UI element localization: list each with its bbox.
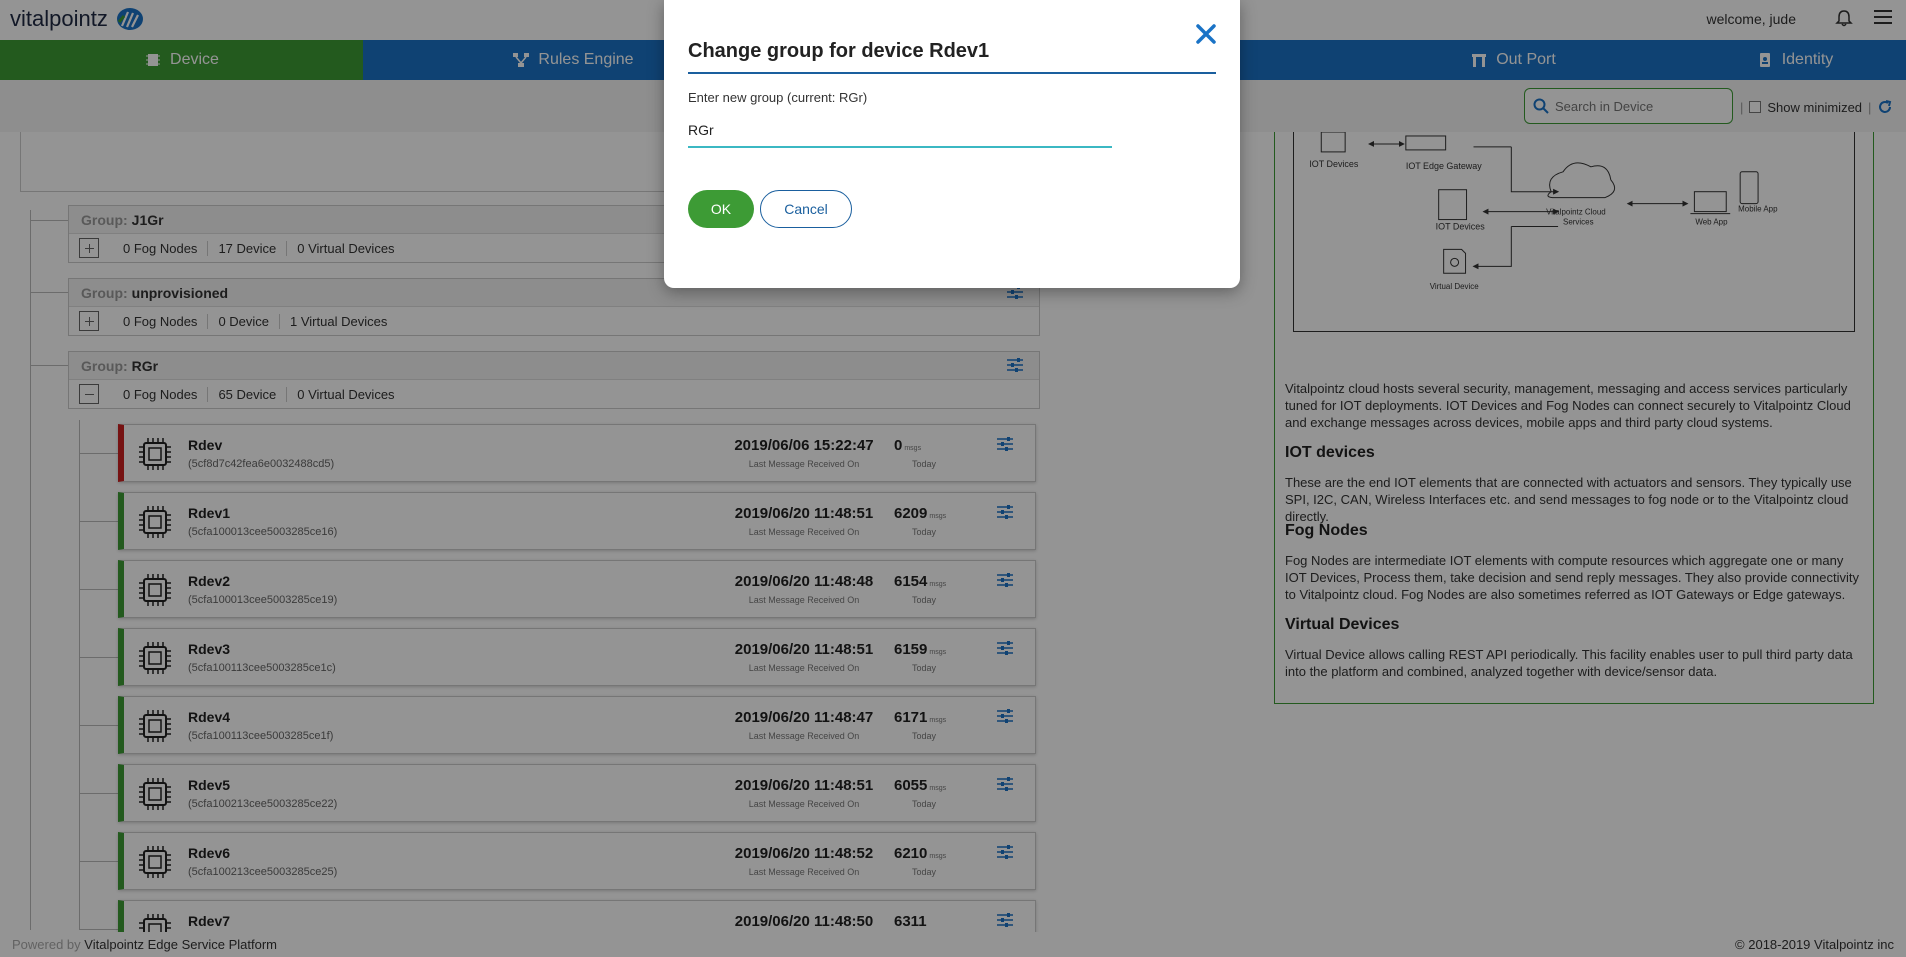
close-icon[interactable] bbox=[1194, 22, 1218, 46]
ok-button[interactable]: OK bbox=[688, 190, 754, 228]
dialog-title: Change group for device Rdev1 bbox=[688, 40, 990, 62]
cancel-button[interactable]: Cancel bbox=[760, 190, 852, 228]
group-input-label: Enter new group (current: RGr) bbox=[688, 90, 868, 105]
change-group-dialog: Change group for device Rdev1 Enter new … bbox=[664, 0, 1240, 288]
group-input[interactable] bbox=[688, 114, 1112, 148]
dialog-divider bbox=[688, 72, 1216, 74]
